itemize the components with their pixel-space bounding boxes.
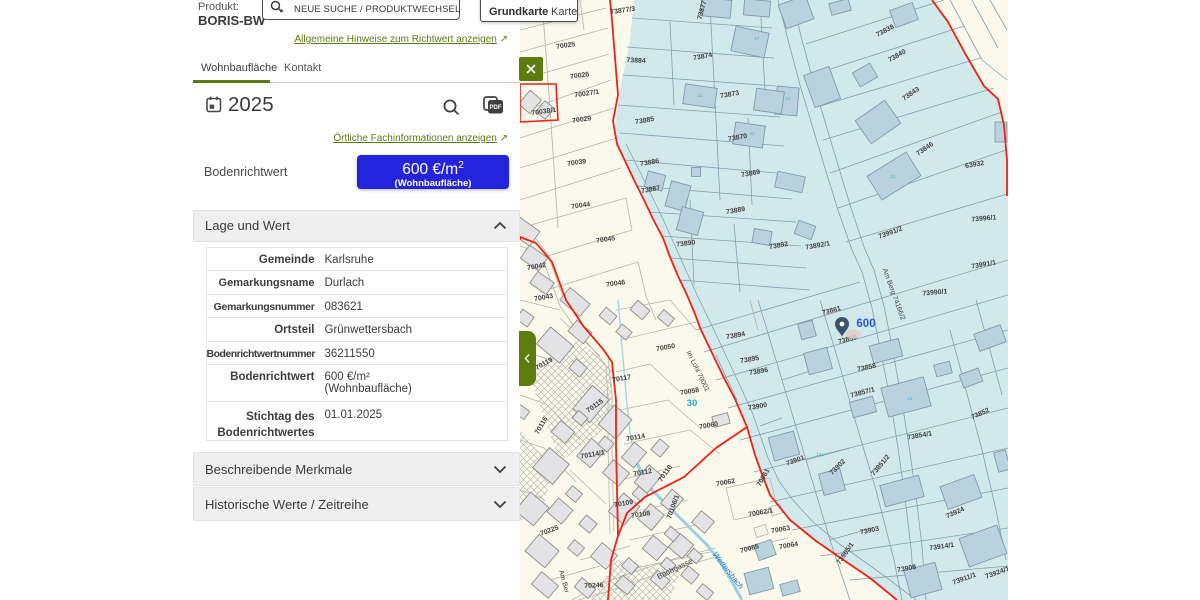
svg-text:15: 15 [907, 396, 913, 401]
svg-text:600: 600 [856, 318, 875, 330]
svg-text:23: 23 [785, 96, 791, 101]
svg-text:PDF: PDF [490, 105, 502, 111]
svg-text:73884: 73884 [626, 57, 646, 65]
svg-text:70246: 70246 [584, 582, 604, 590]
svg-text:11: 11 [698, 93, 703, 98]
svg-text:13a: 13a [816, 452, 824, 457]
svg-text:11: 11 [891, 174, 896, 179]
svg-text:17: 17 [754, 36, 760, 41]
svg-text:30: 30 [687, 398, 698, 409]
svg-text:21: 21 [749, 131, 755, 136]
